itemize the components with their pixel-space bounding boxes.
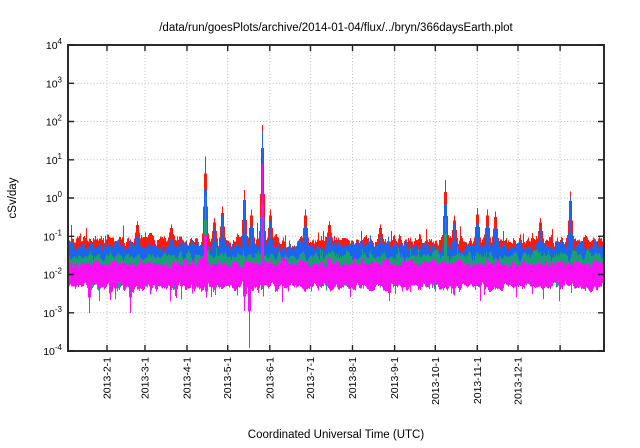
x-tick-label: 2013-4-1 <box>182 357 194 399</box>
grid-path <box>68 45 604 351</box>
y-tick-label: 100 <box>46 190 63 205</box>
x-axis-title: Coordinated Universal Time (UTC) <box>248 429 425 441</box>
x-tick-label: 2013-6-1 <box>264 357 276 399</box>
chart-title: /data/run/goesPlots/archive/2014-01-04/f… <box>159 22 513 34</box>
data-series <box>69 125 604 348</box>
x-tick-label: 2013-11-1 <box>472 357 484 404</box>
y-tick-label: 103 <box>46 75 63 90</box>
y-tick-label: 104 <box>46 37 63 52</box>
y-tick-label: 10-2 <box>43 267 62 282</box>
gridlines <box>68 45 604 351</box>
x-tick-label: 2013-2-1 <box>102 357 114 399</box>
tick-labels: 104 103 102 101 100 10-1 10-2 10-3 10-4 2013-2-1 2… <box>43 37 524 405</box>
goes-plot-screenshot: /data/run/goesPlots/archive/2014-01-04/f… <box>0 0 640 448</box>
y-tick-label: 10-1 <box>43 228 62 243</box>
x-tick-label: 2013-10-1 <box>430 357 442 405</box>
y-tick-label: 10-4 <box>43 343 62 358</box>
x-tick-label: 2013-9-1 <box>389 357 401 399</box>
y-tick-label: 10-3 <box>43 305 62 320</box>
y-tick-label: 101 <box>46 152 63 167</box>
x-tick-label: 2013-7-1 <box>305 357 317 399</box>
x-tick-label: 2013-12-1 <box>513 357 525 405</box>
chart-canvas: /data/run/goesPlots/archive/2014-01-04/f… <box>0 0 640 448</box>
y-axis-title: cSv/day <box>7 177 19 218</box>
x-tick-label: 2013-8-1 <box>347 357 359 399</box>
y-tick-label: 102 <box>46 114 63 129</box>
x-tick-label: 2013-3-1 <box>140 357 152 399</box>
x-tick-label: 2013-5-1 <box>222 357 234 399</box>
